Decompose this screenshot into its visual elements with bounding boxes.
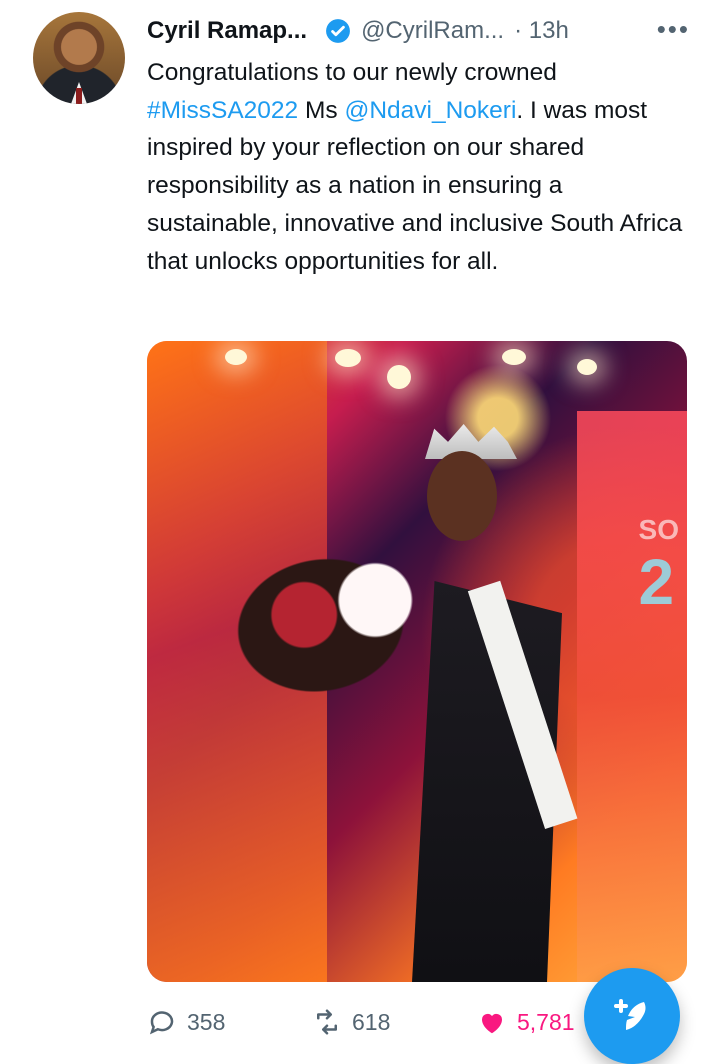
smiling-face [427,451,497,541]
stage-panel-right [577,411,687,982]
stage-light [387,365,411,389]
tweet-text-line1: Congratulations to our newly crowned [147,59,557,86]
verified-badge-icon [326,19,350,43]
compose-feather-icon [614,999,646,1030]
tweet-header: Cyril Ramap... @CyrilRam... · 13h ••• [147,14,706,48]
tweet-timestamp[interactable]: · 13h [514,17,569,45]
compose-tweet-button[interactable] [584,968,680,1064]
retweet-count: 618 [352,1008,391,1035]
retweet-action[interactable]: 618 [312,1007,390,1037]
retweet-icon [317,1009,337,1035]
heart-icon [482,1013,502,1034]
author-handle[interactable]: @CyrilRam... [361,17,504,45]
reply-icon [149,1011,174,1035]
stage-light [577,359,597,375]
more-options-icon[interactable]: ••• [657,14,690,44]
stage-light [335,349,361,367]
tweet-text-middle: Ms [298,96,345,124]
reply-count: 358 [187,1008,226,1035]
hashtag-link[interactable]: #MissSA2022 [147,97,298,124]
like-action[interactable]: 5,781 [477,1007,575,1037]
mention-link[interactable]: @Ndavi_Nokeri [344,97,516,124]
stage-sign: SO 2 [638,514,679,618]
author-name[interactable]: Cyril Ramap... [147,17,307,45]
avatar-tie [76,88,82,104]
stage-light [225,349,247,365]
like-count: 5,781 [517,1008,575,1035]
tweet-media-image[interactable]: SO 2 [147,341,687,982]
crowned-woman [367,421,578,982]
stage-light [502,349,526,365]
author-avatar[interactable] [33,12,125,104]
tweet-text: Congratulations to our newly crowned #Mi… [147,54,687,280]
reply-action[interactable]: 358 [147,1007,225,1037]
